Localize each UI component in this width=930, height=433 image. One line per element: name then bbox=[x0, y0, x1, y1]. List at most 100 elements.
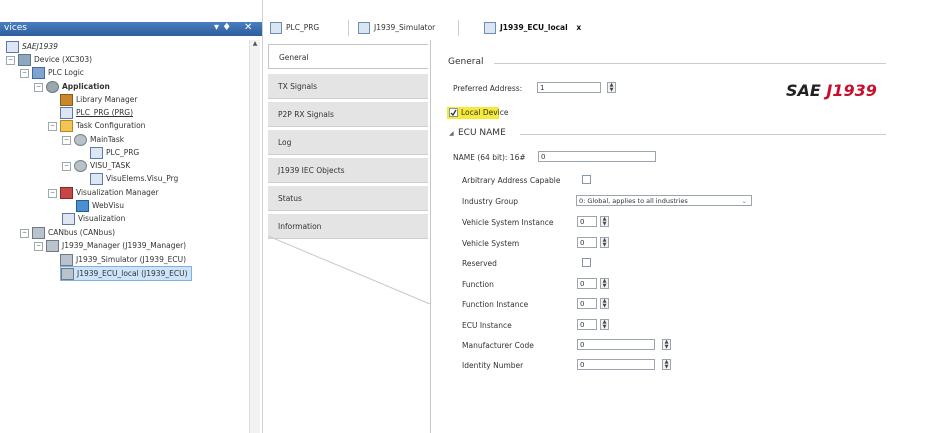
vehicle-system-instance-input[interactable]: 0 bbox=[577, 216, 597, 227]
tree-node-j1939-manager[interactable]: − J1939_Manager (J1939_Manager) bbox=[34, 239, 186, 252]
ecu-name-section-title: ECU NAME bbox=[458, 128, 506, 138]
name-64bit-label: NAME (64 bit): 16# bbox=[453, 153, 526, 162]
canbus-icon bbox=[32, 227, 45, 239]
local-device-checkbox[interactable] bbox=[449, 108, 458, 117]
function-instance-input[interactable]: 0 bbox=[577, 298, 597, 309]
document-icon bbox=[484, 22, 496, 34]
ecu-icon bbox=[61, 268, 74, 280]
tree-node-application[interactable]: − Application bbox=[34, 80, 110, 93]
collapse-icon[interactable]: − bbox=[34, 241, 43, 251]
collapse-arrow-icon[interactable]: ◢ bbox=[449, 130, 454, 137]
function-instance-label: Function Instance bbox=[462, 300, 529, 309]
tree-node-label: CANbus (CANbus) bbox=[48, 228, 116, 237]
devices-panel-title: vices bbox=[4, 23, 28, 33]
tree-node-j1939-ecu-local[interactable]: J1939_ECU_local (J1939_ECU) bbox=[60, 266, 192, 281]
side-tab-log[interactable]: Log bbox=[268, 130, 428, 155]
preferred-address-spinner[interactable]: ▲ ▼ bbox=[607, 82, 616, 93]
tree-node-label: MainTask bbox=[90, 135, 125, 144]
tree-node-visualization-manager[interactable]: − Visualization Manager bbox=[48, 186, 159, 199]
tree-node-plc-prg[interactable]: PLC_PRG (PRG) bbox=[60, 106, 133, 119]
arbitrary-address-capable-label: Arbitrary Address Capable bbox=[462, 176, 561, 185]
pou-call-icon bbox=[90, 173, 103, 185]
tab-label: J1939_ECU_local bbox=[500, 23, 568, 32]
tree-node-visuelems[interactable]: VisuElems.Visu_Prg bbox=[90, 172, 178, 185]
sae-j1939-logo: SAE J1939 bbox=[786, 81, 877, 100]
side-tab-p2p-rx-signals[interactable]: P2P RX Signals bbox=[268, 102, 428, 127]
devices-panel-header: vices ▾ ♦ ✕ bbox=[0, 22, 262, 36]
name-64bit-input[interactable]: 0 bbox=[538, 151, 656, 162]
tree-node-task-configuration[interactable]: − Task Configuration bbox=[48, 119, 145, 132]
tab-plc-prg[interactable]: PLC_PRG bbox=[264, 20, 349, 36]
tree-node-canbus[interactable]: − CANbus (CANbus) bbox=[20, 226, 115, 239]
collapse-icon[interactable]: − bbox=[62, 135, 71, 145]
tree-node-j1939-simulator[interactable]: J1939_Simulator (J1939_ECU) bbox=[60, 253, 186, 266]
brand-suffix: J1939 bbox=[826, 81, 877, 100]
manufacturer-code-spinner[interactable]: ▲ ▼ bbox=[662, 339, 671, 350]
industry-group-select[interactable]: 0: Global, applies to all industries ⌄ bbox=[576, 195, 752, 206]
tree-node-label: SAEJ1939 bbox=[22, 42, 58, 51]
collapse-icon[interactable]: − bbox=[34, 82, 43, 92]
vehicle-system-instance-spinner[interactable]: ▲ ▼ bbox=[600, 216, 609, 227]
tree-scrollbar[interactable]: ▲ bbox=[249, 40, 260, 433]
tree-node-device[interactable]: − Device (XC303) bbox=[6, 53, 92, 66]
side-tab-j1939-iec-objects[interactable]: J1939 IEC Objects bbox=[268, 158, 428, 183]
close-tab-icon[interactable]: x bbox=[576, 23, 581, 32]
side-tab-status[interactable]: Status bbox=[268, 186, 428, 211]
tree-node-maintask[interactable]: − MainTask bbox=[62, 133, 124, 146]
pin-icon[interactable]: ▾ ♦ bbox=[214, 22, 231, 33]
function-instance-spinner[interactable]: ▲ ▼ bbox=[600, 298, 609, 309]
pou-call-icon bbox=[90, 147, 103, 159]
identity-number-label: Identity Number bbox=[462, 361, 524, 370]
tree-node-visu-task[interactable]: − VISU_TASK bbox=[62, 159, 130, 172]
tree-node-maintask-plc-prg[interactable]: PLC_PRG bbox=[90, 146, 139, 159]
collapse-icon[interactable]: − bbox=[20, 68, 29, 78]
vehicle-system-spinner[interactable]: ▲ ▼ bbox=[600, 237, 609, 248]
identity-number-spinner[interactable]: ▲ ▼ bbox=[662, 359, 671, 370]
j1939-manager-icon bbox=[46, 240, 59, 252]
ecu-instance-input[interactable]: 0 bbox=[577, 319, 597, 330]
document-icon bbox=[270, 22, 282, 34]
ecu-icon bbox=[60, 254, 73, 266]
tree-node-label: Task Configuration bbox=[76, 121, 146, 130]
tree-node-webvisu[interactable]: WebVisu bbox=[76, 199, 124, 212]
tree-node-label: VisuElems.Visu_Prg bbox=[106, 174, 179, 183]
tree-node-label: Visualization bbox=[78, 214, 126, 223]
side-tab-general[interactable]: General bbox=[268, 44, 428, 69]
tree-node-visualization[interactable]: Visualization bbox=[62, 212, 125, 225]
collapse-icon[interactable]: − bbox=[48, 121, 57, 131]
vehicle-system-input[interactable]: 0 bbox=[577, 237, 597, 248]
vehicle-system-instance-label: Vehicle System Instance bbox=[462, 218, 554, 227]
tab-label: PLC_PRG bbox=[286, 23, 320, 32]
manufacturer-code-input[interactable]: 0 bbox=[577, 339, 655, 350]
tab-j1939-ecu-local[interactable]: J1939_ECU_local x bbox=[474, 20, 624, 36]
library-icon bbox=[60, 94, 73, 106]
identity-number-input[interactable]: 0 bbox=[577, 359, 655, 370]
function-spinner[interactable]: ▲ ▼ bbox=[600, 278, 609, 289]
tree-node-plc-logic[interactable]: − PLC Logic bbox=[20, 66, 84, 79]
pou-icon bbox=[60, 107, 73, 119]
scroll-up-icon[interactable]: ▲ bbox=[251, 40, 259, 48]
collapse-icon[interactable]: − bbox=[20, 228, 29, 238]
collapse-icon[interactable]: − bbox=[48, 188, 57, 198]
function-input[interactable]: 0 bbox=[577, 278, 597, 289]
task-gear-icon bbox=[74, 134, 87, 146]
tree-node-label: Device (XC303) bbox=[34, 55, 93, 64]
side-tabs-bottom-edge bbox=[268, 236, 431, 305]
tree-node-library-manager[interactable]: Library Manager bbox=[60, 93, 137, 106]
ecu-instance-spinner[interactable]: ▲ ▼ bbox=[600, 319, 609, 330]
arbitrary-address-capable-checkbox[interactable] bbox=[582, 175, 591, 184]
tree-node-project[interactable]: SAEJ1939 bbox=[6, 40, 58, 53]
tree-node-label: Visualization Manager bbox=[76, 188, 159, 197]
device-icon bbox=[18, 54, 31, 66]
editor-tab-strip: PLC_PRG J1939_Simulator J1939_ECU_local … bbox=[262, 18, 930, 40]
close-panel-icon[interactable]: ✕ bbox=[244, 22, 252, 33]
tab-j1939-simulator[interactable]: J1939_Simulator bbox=[352, 20, 459, 36]
collapse-icon[interactable]: − bbox=[6, 55, 15, 65]
reserved-checkbox[interactable] bbox=[582, 258, 591, 267]
webvisu-icon bbox=[76, 200, 89, 212]
application-icon bbox=[46, 81, 59, 93]
collapse-icon[interactable]: − bbox=[62, 161, 71, 171]
preferred-address-input[interactable]: 1 bbox=[537, 82, 601, 93]
side-tab-tx-signals[interactable]: TX Signals bbox=[268, 74, 428, 99]
tree-node-label: PLC Logic bbox=[48, 68, 84, 77]
